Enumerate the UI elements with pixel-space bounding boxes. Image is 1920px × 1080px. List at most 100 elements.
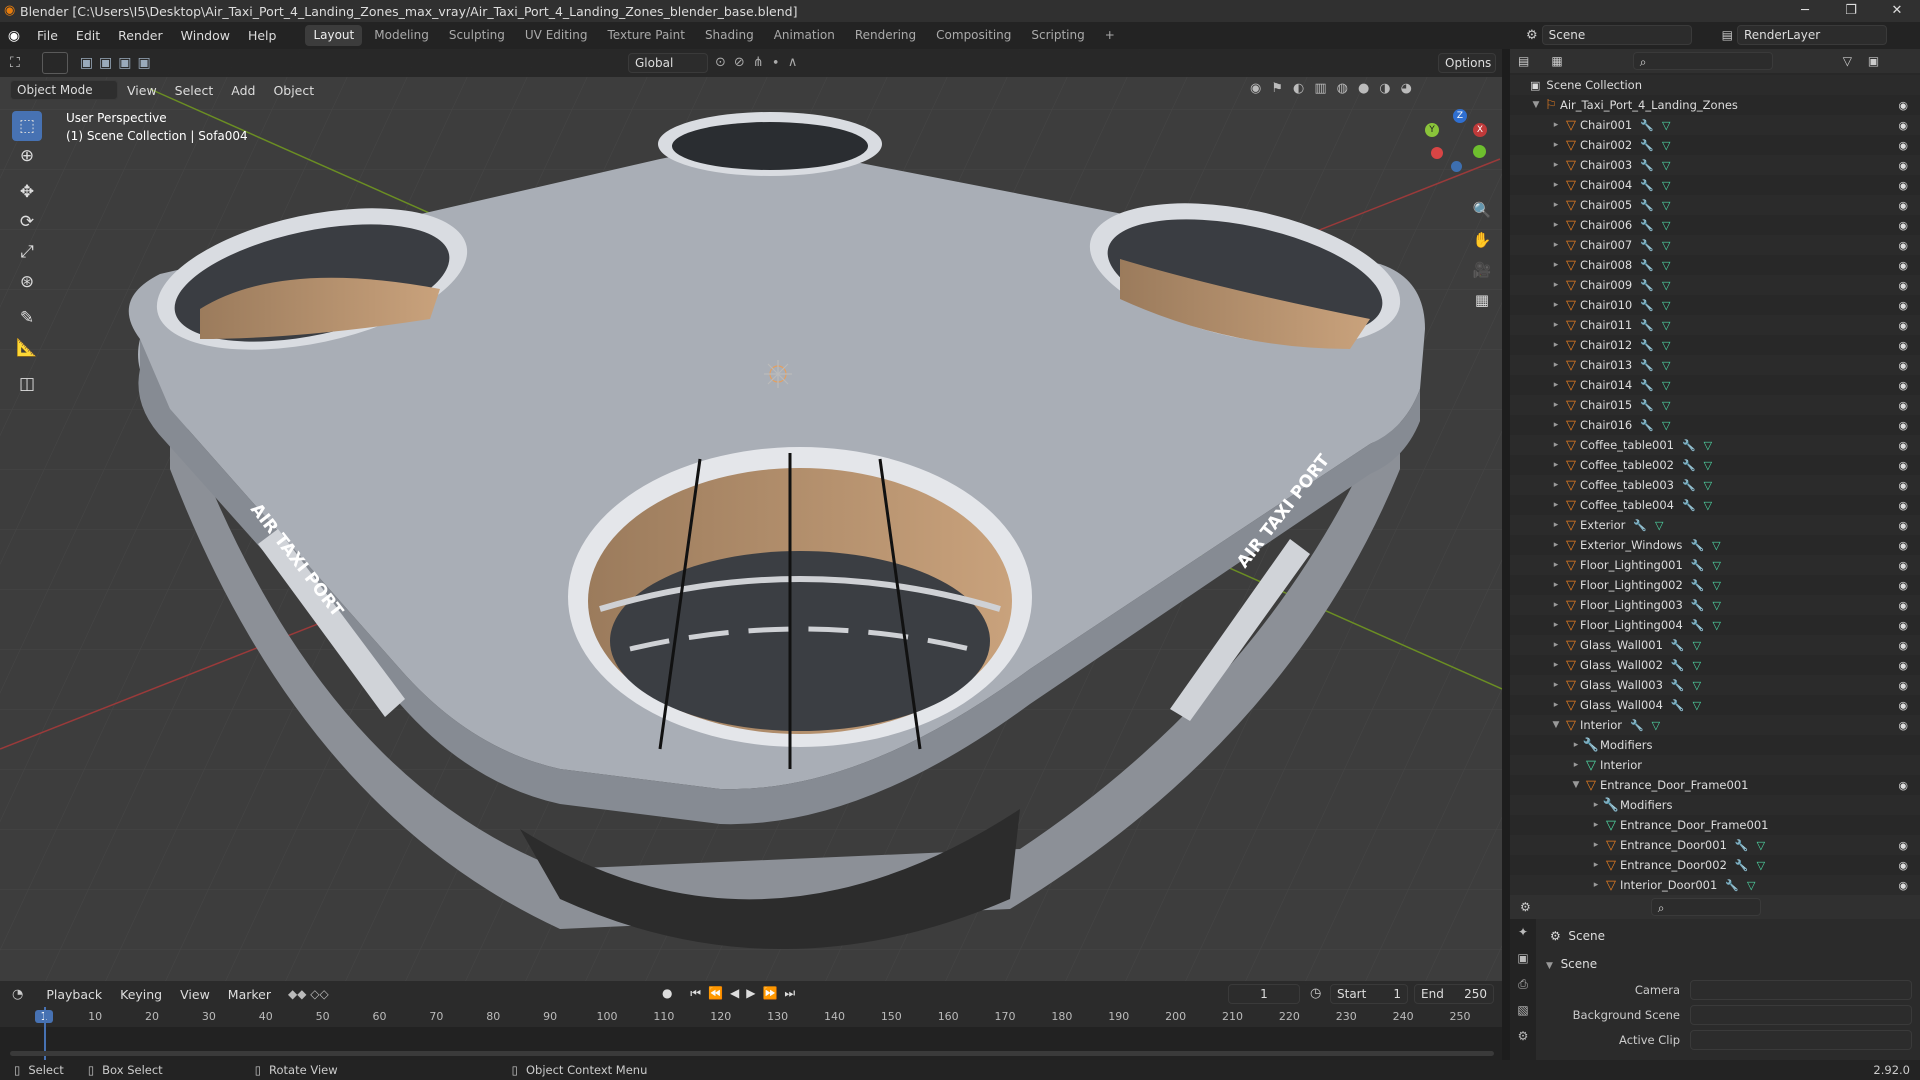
visibility-eye-icon[interactable]: ◉: [1898, 879, 1908, 892]
modifier-icon[interactable]: 🔧: [1735, 859, 1749, 872]
modifier-icon[interactable]: 🔧: [1690, 539, 1704, 552]
mesh-data-icon[interactable]: ▽: [1704, 459, 1712, 472]
visibility-eye-icon[interactable]: ◉: [1898, 299, 1908, 312]
mesh-data-icon[interactable]: ▽: [1693, 659, 1701, 672]
tab-animation[interactable]: Animation: [766, 25, 843, 46]
mesh-data-icon[interactable]: ▽: [1662, 419, 1670, 432]
expand-icon[interactable]: ▸: [1550, 620, 1562, 630]
modifier-icon[interactable]: 🔧: [1640, 319, 1654, 332]
outliner-item[interactable]: ▸ ▽ Exterior_Windows 🔧 ▽ ◉: [1510, 535, 1920, 555]
mesh-data-icon[interactable]: ▽: [1662, 119, 1670, 132]
display-mode-icon[interactable]: ▦: [1551, 54, 1562, 68]
timeline-scrollbar[interactable]: [10, 1051, 1494, 1056]
expand-icon[interactable]: ▸: [1550, 460, 1562, 470]
minimize-button[interactable]: ─: [1782, 0, 1828, 22]
active-clip-field[interactable]: [1690, 1030, 1912, 1050]
expand-icon[interactable]: ▸: [1550, 540, 1562, 550]
mesh-data-icon[interactable]: ▽: [1713, 619, 1721, 632]
visibility-eye-icon[interactable]: ◉: [1898, 199, 1908, 212]
mesh-data-icon[interactable]: ▽: [1662, 159, 1670, 172]
start-frame-field[interactable]: Start 1: [1330, 984, 1408, 1004]
render-tab-icon[interactable]: ▣: [1510, 945, 1536, 971]
outliner-item[interactable]: ▸ ▽ Entrance_Door002 🔧 ▽ ◉: [1510, 855, 1920, 875]
outliner-collection[interactable]: ▼ ⚐ Air_Taxi_Port_4_Landing_Zones ◉: [1510, 95, 1920, 115]
visibility-eye-icon[interactable]: ◉: [1898, 539, 1908, 552]
visibility-eye-icon[interactable]: ◉: [1898, 839, 1908, 852]
outliner-item[interactable]: ▸ ▽ Chair003 🔧 ▽ ◉: [1510, 155, 1920, 175]
outliner-item[interactable]: ▸ ▽ Chair014 🔧 ▽ ◉: [1510, 375, 1920, 395]
renderlayer-selector[interactable]: RenderLayer: [1737, 25, 1887, 45]
visibility-eye-icon[interactable]: ◉: [1898, 779, 1908, 792]
menu-timeline-view[interactable]: View: [171, 981, 219, 1008]
expand-icon[interactable]: ▸: [1550, 420, 1562, 430]
modifier-icon[interactable]: 🔧: [1691, 619, 1705, 632]
gizmo-z[interactable]: Z: [1453, 109, 1467, 123]
mesh-data-icon[interactable]: ▽: [1662, 199, 1670, 212]
visibility-eye-icon[interactable]: ◉: [1898, 499, 1908, 512]
visibility-eye-icon[interactable]: ◉: [1898, 679, 1908, 692]
modifier-icon[interactable]: 🔧: [1640, 399, 1654, 412]
modifier-icon[interactable]: 🔧: [1640, 359, 1654, 372]
gizmo-y[interactable]: Y: [1425, 123, 1439, 137]
expand-icon[interactable]: ▸: [1550, 260, 1562, 270]
select-tool-button[interactable]: [41, 52, 68, 74]
modifier-icon[interactable]: 🔧: [1640, 259, 1654, 272]
expand-icon[interactable]: ▼: [1530, 100, 1542, 110]
visibility-eye-icon[interactable]: ◉: [1898, 439, 1908, 452]
expand-icon[interactable]: ▸: [1590, 820, 1602, 830]
outliner-item[interactable]: ▸ ▽ Interior_Door001 🔧 ▽ ◉: [1510, 875, 1920, 895]
outliner-item[interactable]: ▸ ▽ Chair010 🔧 ▽ ◉: [1510, 295, 1920, 315]
expand-icon[interactable]: ▸: [1550, 700, 1562, 710]
mesh-data-icon[interactable]: ▽: [1662, 179, 1670, 192]
expand-icon[interactable]: ▸: [1550, 600, 1562, 610]
modifier-icon[interactable]: 🔧: [1671, 659, 1685, 672]
outliner-item[interactable]: ▸ ▽ Coffee_table002 🔧 ▽ ◉: [1510, 455, 1920, 475]
gizmo-neg-z[interactable]: [1451, 161, 1462, 172]
mesh-data-icon[interactable]: ▽: [1704, 499, 1712, 512]
outliner-editor-icon[interactable]: ▤: [1518, 54, 1529, 68]
scene-section[interactable]: ▼ Scene: [1546, 957, 1597, 971]
expand-icon[interactable]: ▸: [1550, 580, 1562, 590]
mesh-data-icon[interactable]: ▽: [1662, 219, 1670, 232]
visibility-eye-icon[interactable]: ◉: [1898, 239, 1908, 252]
maximize-button[interactable]: ❐: [1828, 0, 1874, 22]
visibility-eye-icon[interactable]: ◉: [1898, 159, 1908, 172]
expand-icon[interactable]: ▸: [1590, 880, 1602, 890]
visibility-eye-icon[interactable]: ◉: [1898, 139, 1908, 152]
expand-icon[interactable]: ▸: [1550, 160, 1562, 170]
outliner-item[interactable]: ▸ ▽ Glass_Wall003 🔧 ▽ ◉: [1510, 675, 1920, 695]
modifier-icon[interactable]: 🔧: [1640, 339, 1654, 352]
modifier-icon[interactable]: 🔧: [1640, 219, 1654, 232]
modifier-icon[interactable]: 🔧: [1725, 879, 1739, 892]
rotate-tool-icon[interactable]: ⟳: [12, 207, 42, 237]
expand-icon[interactable]: ▸: [1550, 560, 1562, 570]
modifier-icon[interactable]: 🔧: [1630, 719, 1644, 732]
modifier-icon[interactable]: 🔧: [1691, 599, 1705, 612]
expand-icon[interactable]: ▸: [1550, 180, 1562, 190]
outliner-item[interactable]: ▸ ▽ Floor_Lighting001 🔧 ▽ ◉: [1510, 555, 1920, 575]
mesh-data-icon[interactable]: ▽: [1747, 879, 1755, 892]
outliner-item[interactable]: ▸ ▽ Coffee_table003 🔧 ▽ ◉: [1510, 475, 1920, 495]
add-workspace-button[interactable]: +: [1097, 25, 1123, 46]
modifier-icon[interactable]: 🔧: [1640, 239, 1654, 252]
outliner-item[interactable]: ▸ ▽ Glass_Wall004 🔧 ▽ ◉: [1510, 695, 1920, 715]
expand-icon[interactable]: ▼: [1550, 720, 1562, 730]
expand-icon[interactable]: ▸: [1550, 200, 1562, 210]
timeline-editor-icon[interactable]: ◔: [12, 987, 23, 1002]
modifier-icon[interactable]: 🔧: [1633, 519, 1647, 532]
current-frame-field[interactable]: 1: [1228, 984, 1300, 1004]
modifier-icon[interactable]: 🔧: [1691, 559, 1705, 572]
tab-shading[interactable]: Shading: [697, 25, 762, 46]
menu-render[interactable]: Render: [109, 22, 172, 49]
blender-menu-icon[interactable]: ◉: [0, 28, 28, 44]
transform-tool-icon[interactable]: ⊛: [12, 267, 42, 297]
modifier-icon[interactable]: 🔧: [1682, 439, 1696, 452]
modifier-icon[interactable]: 🔧: [1735, 839, 1749, 852]
frame-ruler[interactable]: 1102030405060708090100110120130140150160…: [0, 1007, 1502, 1027]
expand-icon[interactable]: ▸: [1590, 800, 1602, 810]
modifier-icon[interactable]: 🔧: [1640, 279, 1654, 292]
menu-add[interactable]: Add: [222, 77, 264, 104]
modifier-icon[interactable]: 🔧: [1682, 479, 1696, 492]
new-collection-icon[interactable]: ▣: [1868, 54, 1879, 68]
tab-rendering[interactable]: Rendering: [847, 25, 924, 46]
